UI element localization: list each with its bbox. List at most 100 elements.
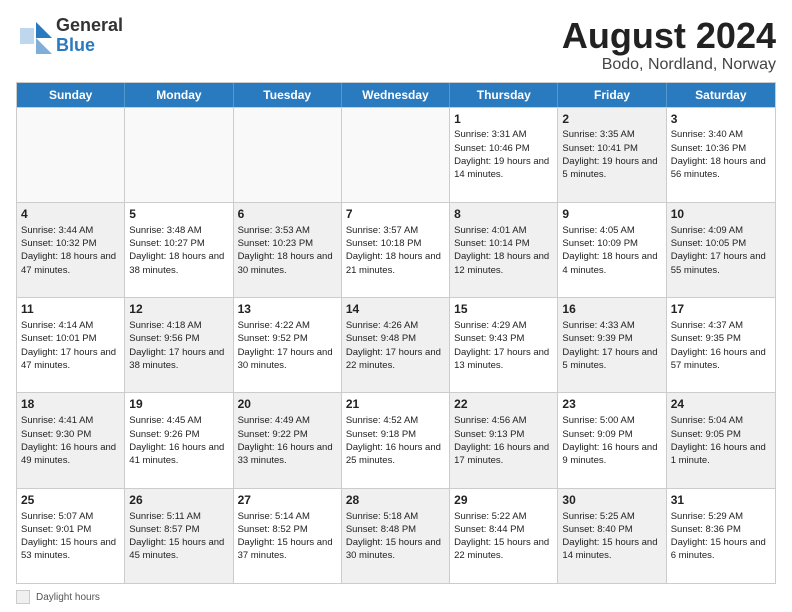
- day-number: 16: [562, 301, 661, 318]
- sunset-text: Sunset: 9:39 PM: [562, 332, 661, 345]
- sunset-text: Sunset: 10:32 PM: [21, 237, 120, 250]
- cal-header-friday: Friday: [558, 83, 666, 107]
- sunrise-text: Sunrise: 4:14 AM: [21, 319, 120, 332]
- cal-day-24: 24Sunrise: 5:04 AMSunset: 9:05 PMDayligh…: [667, 393, 775, 487]
- day-number: 26: [129, 492, 228, 509]
- day-number: 4: [21, 206, 120, 223]
- sunrise-text: Sunrise: 4:41 AM: [21, 414, 120, 427]
- sunrise-text: Sunrise: 4:18 AM: [129, 319, 228, 332]
- sunrise-text: Sunrise: 4:22 AM: [238, 319, 337, 332]
- cal-day-13: 13Sunrise: 4:22 AMSunset: 9:52 PMDayligh…: [234, 298, 342, 392]
- cal-week-3: 11Sunrise: 4:14 AMSunset: 10:01 PMDaylig…: [17, 297, 775, 392]
- cal-header-thursday: Thursday: [450, 83, 558, 107]
- legend: Daylight hours: [16, 590, 776, 604]
- header: General Blue August 2024 Bodo, Nordland,…: [16, 16, 776, 74]
- day-number: 17: [671, 301, 771, 318]
- daylight-text: Daylight: 16 hours and 25 minutes.: [346, 441, 445, 468]
- sunset-text: Sunset: 8:36 PM: [671, 523, 771, 536]
- page: General Blue August 2024 Bodo, Nordland,…: [0, 0, 792, 612]
- sunset-text: Sunset: 10:18 PM: [346, 237, 445, 250]
- daylight-text: Daylight: 16 hours and 49 minutes.: [21, 441, 120, 468]
- cal-day-26: 26Sunrise: 5:11 AMSunset: 8:57 PMDayligh…: [125, 489, 233, 583]
- sunrise-text: Sunrise: 5:04 AM: [671, 414, 771, 427]
- daylight-text: Daylight: 15 hours and 45 minutes.: [129, 536, 228, 563]
- sunrise-text: Sunrise: 5:29 AM: [671, 510, 771, 523]
- sunset-text: Sunset: 10:36 PM: [671, 142, 771, 155]
- logo: General Blue: [16, 16, 123, 56]
- day-number: 25: [21, 492, 120, 509]
- sunset-text: Sunset: 9:22 PM: [238, 428, 337, 441]
- daylight-text: Daylight: 16 hours and 33 minutes.: [238, 441, 337, 468]
- cal-day-29: 29Sunrise: 5:22 AMSunset: 8:44 PMDayligh…: [450, 489, 558, 583]
- day-number: 20: [238, 396, 337, 413]
- day-number: 19: [129, 396, 228, 413]
- cal-day-empty: [125, 108, 233, 202]
- cal-day-21: 21Sunrise: 4:52 AMSunset: 9:18 PMDayligh…: [342, 393, 450, 487]
- day-number: 12: [129, 301, 228, 318]
- sunrise-text: Sunrise: 3:57 AM: [346, 224, 445, 237]
- day-number: 22: [454, 396, 553, 413]
- cal-day-31: 31Sunrise: 5:29 AMSunset: 8:36 PMDayligh…: [667, 489, 775, 583]
- sunset-text: Sunset: 10:09 PM: [562, 237, 661, 250]
- daylight-text: Daylight: 17 hours and 5 minutes.: [562, 346, 661, 373]
- cal-day-1: 1Sunrise: 3:31 AMSunset: 10:46 PMDayligh…: [450, 108, 558, 202]
- day-number: 6: [238, 206, 337, 223]
- cal-day-11: 11Sunrise: 4:14 AMSunset: 10:01 PMDaylig…: [17, 298, 125, 392]
- title-block: August 2024 Bodo, Nordland, Norway: [562, 16, 776, 74]
- sunrise-text: Sunrise: 5:14 AM: [238, 510, 337, 523]
- cal-day-10: 10Sunrise: 4:09 AMSunset: 10:05 PMDaylig…: [667, 203, 775, 297]
- sunset-text: Sunset: 10:46 PM: [454, 142, 553, 155]
- sunset-text: Sunset: 9:43 PM: [454, 332, 553, 345]
- daylight-text: Daylight: 18 hours and 30 minutes.: [238, 250, 337, 277]
- daylight-text: Daylight: 16 hours and 57 minutes.: [671, 346, 771, 373]
- day-number: 30: [562, 492, 661, 509]
- logo-icon: [16, 18, 52, 54]
- daylight-text: Daylight: 17 hours and 55 minutes.: [671, 250, 771, 277]
- daylight-text: Daylight: 17 hours and 22 minutes.: [346, 346, 445, 373]
- cal-day-6: 6Sunrise: 3:53 AMSunset: 10:23 PMDayligh…: [234, 203, 342, 297]
- daylight-text: Daylight: 17 hours and 30 minutes.: [238, 346, 337, 373]
- sunrise-text: Sunrise: 4:09 AM: [671, 224, 771, 237]
- daylight-text: Daylight: 15 hours and 14 minutes.: [562, 536, 661, 563]
- day-number: 28: [346, 492, 445, 509]
- legend-label: Daylight hours: [36, 592, 100, 603]
- sunrise-text: Sunrise: 4:56 AM: [454, 414, 553, 427]
- logo-general-text: General: [56, 16, 123, 36]
- day-number: 3: [671, 111, 771, 128]
- sunrise-text: Sunrise: 4:05 AM: [562, 224, 661, 237]
- cal-day-17: 17Sunrise: 4:37 AMSunset: 9:35 PMDayligh…: [667, 298, 775, 392]
- sunset-text: Sunset: 9:09 PM: [562, 428, 661, 441]
- cal-day-empty: [342, 108, 450, 202]
- cal-day-3: 3Sunrise: 3:40 AMSunset: 10:36 PMDayligh…: [667, 108, 775, 202]
- calendar-header-row: SundayMondayTuesdayWednesdayThursdayFrid…: [17, 83, 775, 107]
- sunrise-text: Sunrise: 4:01 AM: [454, 224, 553, 237]
- daylight-text: Daylight: 16 hours and 17 minutes.: [454, 441, 553, 468]
- cal-day-22: 22Sunrise: 4:56 AMSunset: 9:13 PMDayligh…: [450, 393, 558, 487]
- cal-day-25: 25Sunrise: 5:07 AMSunset: 9:01 PMDayligh…: [17, 489, 125, 583]
- sunrise-text: Sunrise: 3:53 AM: [238, 224, 337, 237]
- sunset-text: Sunset: 9:05 PM: [671, 428, 771, 441]
- sunset-text: Sunset: 10:23 PM: [238, 237, 337, 250]
- day-number: 1: [454, 111, 553, 128]
- sunrise-text: Sunrise: 5:25 AM: [562, 510, 661, 523]
- daylight-text: Daylight: 17 hours and 13 minutes.: [454, 346, 553, 373]
- day-number: 9: [562, 206, 661, 223]
- cal-day-12: 12Sunrise: 4:18 AMSunset: 9:56 PMDayligh…: [125, 298, 233, 392]
- calendar-body: 1Sunrise: 3:31 AMSunset: 10:46 PMDayligh…: [17, 107, 775, 583]
- calendar: SundayMondayTuesdayWednesdayThursdayFrid…: [16, 82, 776, 584]
- day-number: 24: [671, 396, 771, 413]
- cal-header-sunday: Sunday: [17, 83, 125, 107]
- cal-header-wednesday: Wednesday: [342, 83, 450, 107]
- day-number: 18: [21, 396, 120, 413]
- day-number: 11: [21, 301, 120, 318]
- cal-header-tuesday: Tuesday: [234, 83, 342, 107]
- cal-day-2: 2Sunrise: 3:35 AMSunset: 10:41 PMDayligh…: [558, 108, 666, 202]
- day-number: 31: [671, 492, 771, 509]
- sunset-text: Sunset: 9:30 PM: [21, 428, 120, 441]
- logo-blue-text: Blue: [56, 36, 123, 56]
- cal-day-18: 18Sunrise: 4:41 AMSunset: 9:30 PMDayligh…: [17, 393, 125, 487]
- cal-header-saturday: Saturday: [667, 83, 775, 107]
- sunset-text: Sunset: 9:35 PM: [671, 332, 771, 345]
- sunrise-text: Sunrise: 5:22 AM: [454, 510, 553, 523]
- day-number: 15: [454, 301, 553, 318]
